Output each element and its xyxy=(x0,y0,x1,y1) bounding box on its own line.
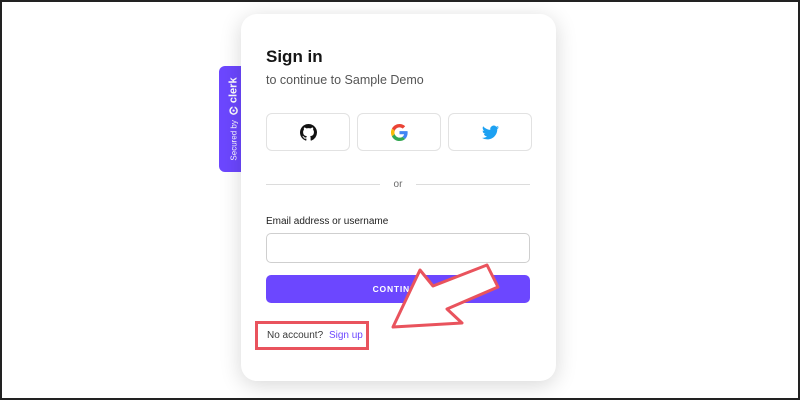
no-account-row: No account? Sign up xyxy=(267,330,363,341)
sign-up-link[interactable]: Sign up xyxy=(329,330,363,341)
github-icon xyxy=(299,123,317,141)
github-login-button[interactable] xyxy=(266,113,350,151)
social-login-row xyxy=(266,113,532,151)
clerk-brand-label: clerk xyxy=(228,77,241,104)
google-icon xyxy=(390,123,408,141)
continue-button[interactable]: CONTINUE xyxy=(266,275,530,303)
divider-line-right xyxy=(416,183,530,185)
divider-text: or xyxy=(393,178,403,190)
clerk-icon xyxy=(229,105,239,115)
twitter-login-button[interactable] xyxy=(448,113,532,151)
email-field-label: Email address or username xyxy=(266,216,389,227)
email-field[interactable] xyxy=(266,233,530,263)
page-title: Sign in xyxy=(266,47,323,66)
badge-secured-label: Secured by xyxy=(229,120,239,161)
sign-in-card: Sign in to continue to Sample Demo or Em… xyxy=(241,14,556,381)
google-login-button[interactable] xyxy=(357,113,441,151)
twitter-icon xyxy=(481,125,499,139)
no-account-text: No account? xyxy=(267,330,324,341)
clerk-logo: clerk xyxy=(228,77,240,115)
divider-line-left xyxy=(266,183,380,185)
or-divider: or xyxy=(266,176,530,192)
page-subtitle: to continue to Sample Demo xyxy=(266,73,424,87)
badge-content: Secured by clerk xyxy=(228,77,240,160)
